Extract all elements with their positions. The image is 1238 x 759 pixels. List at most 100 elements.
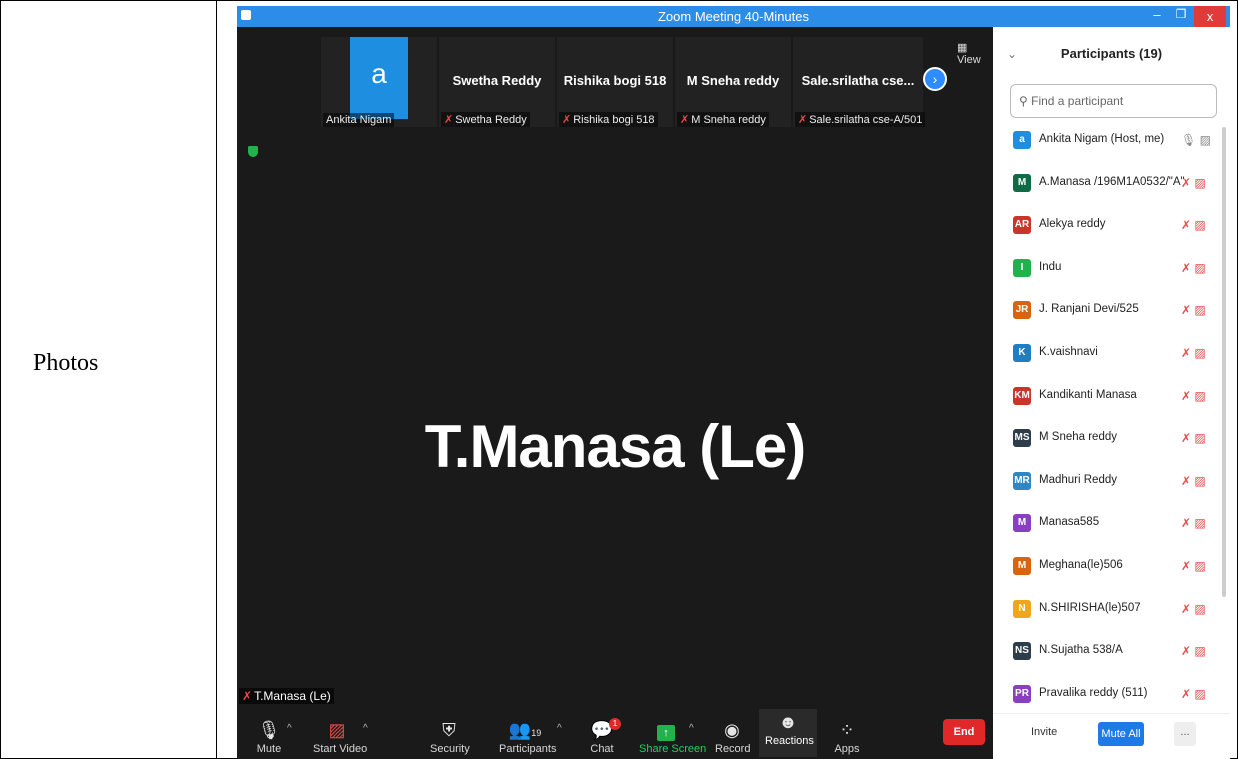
table-border-left (0, 0, 1, 759)
end-button[interactable]: End (943, 719, 985, 745)
thumbnail-strip: a Ankita Nigam Swetha Reddy ✗ Swetha Redd… (321, 37, 926, 127)
avatar: M (1013, 514, 1031, 533)
avatar: M (1013, 557, 1031, 575)
participants-button[interactable]: 👥19 Participants ^ (499, 717, 562, 755)
participant-row[interactable]: NS N.Sujatha 538/A ✗ ▨ (993, 638, 1230, 666)
avatar: MS (1013, 429, 1031, 448)
mic-muted-icon: ✗ (562, 114, 572, 126)
view-button[interactable]: ▦ View (957, 41, 993, 66)
thumbnail-label: ✗ Swetha Reddy (441, 112, 530, 127)
microphone-icon: 🎙 (257, 720, 281, 740)
mute-button[interactable]: 🎙 Mute ^ (255, 717, 292, 755)
chat-badge: 1 (609, 718, 621, 730)
participant-row[interactable]: MS M Sneha reddy ✗ ▨ (993, 425, 1230, 453)
record-icon: ◉ (724, 720, 740, 740)
record-button[interactable]: ◉ Record (715, 717, 750, 755)
thumbnail-sneha[interactable]: M Sneha reddy ✗ M Sneha reddy (675, 37, 791, 127)
table-column-divider (216, 0, 217, 759)
participant-row[interactable]: MR Madhuri Reddy ✗ ▨ (993, 468, 1230, 496)
mic-muted-icon: ✗ (680, 114, 690, 126)
avatar: a (1013, 131, 1031, 149)
participant-row[interactable]: PR Pravalika reddy (511) ✗ ▨ (993, 681, 1230, 709)
participant-row[interactable]: I Indu ✗ ▨ (993, 255, 1230, 283)
participant-name: M Sneha reddy (1039, 431, 1117, 444)
window-title: Zoom Meeting 40-Minutes (657, 9, 809, 24)
mic-muted-icon: ✗ ▨ (1181, 218, 1206, 233)
chat-button[interactable]: 💬 1 Chat (589, 717, 621, 755)
participant-row[interactable]: N N.SHIRISHA(le)507 ✗ ▨ (993, 596, 1230, 624)
avatar: N (1013, 599, 1031, 618)
chevron-up-icon[interactable]: ^ (363, 723, 368, 734)
start-video-button[interactable]: ▨ Start Video ^ (313, 717, 368, 755)
participant-row[interactable]: K K.vaishnavi ✗ ▨ (993, 340, 1230, 368)
thumbnail-label: Ankita Nigam (323, 113, 395, 127)
share-screen-button[interactable]: ↑ Share Screen ^ (639, 717, 706, 755)
participant-row[interactable]: M Meghana(le)506 ✗ ▨ (993, 553, 1230, 581)
chevron-up-icon[interactable]: ^ (689, 723, 694, 734)
participants-panel: ⌄ Participants (19) ⚲ Find a participant… (993, 27, 1230, 759)
mic-muted-icon: ✗ ▨ (1181, 601, 1206, 616)
mic-muted-icon: ✗ ▨ (1181, 175, 1206, 190)
participant-name: Madhuri Reddy (1039, 473, 1117, 486)
participant-name: Indu (1039, 260, 1062, 273)
mic-muted-icon: ✗ ▨ (1181, 346, 1206, 360)
minimize-button[interactable]: – (1148, 7, 1166, 25)
thumbnail-ankita[interactable]: a Ankita Nigam (321, 37, 437, 127)
avatar: PR (1013, 684, 1031, 703)
participant-row[interactable]: M Manasa585 ✗ ▨ (993, 510, 1230, 538)
people-icon: 👥19 (508, 720, 542, 740)
encryption-shield-icon[interactable] (248, 146, 258, 157)
restore-button[interactable]: ❐ (1172, 7, 1190, 25)
thumbnail-swetha[interactable]: Swetha Reddy ✗ Swetha Reddy (439, 37, 555, 127)
participant-row[interactable]: JR J. Ranjani Devi/525 ✗ ▨ (993, 297, 1230, 325)
chevron-up-icon[interactable]: ^ (287, 723, 292, 734)
apps-icon: ⁘ (839, 720, 855, 740)
chevron-up-icon[interactable]: ^ (557, 723, 562, 734)
next-page-button[interactable]: › (923, 67, 947, 91)
mute-all-button[interactable]: Mute All (1098, 722, 1144, 746)
video-off-icon: ▨ (328, 720, 346, 740)
participant-row[interactable]: a Ankita Nigam (Host, me) 🎙 ▨ (993, 127, 1230, 155)
avatar: I (1013, 258, 1031, 277)
participant-name: A.Manasa /196M1A0532/"A" (1039, 175, 1185, 188)
participant-row[interactable]: KM Kandikanti Manasa ✗ ▨ (993, 383, 1230, 411)
apps-button[interactable]: ⁘ Apps (833, 717, 861, 755)
mic-muted-icon: ✗ ▨ (1181, 516, 1206, 531)
close-button[interactable]: x (1194, 6, 1226, 27)
mic-muted-icon: ✗ ▨ (1181, 644, 1206, 659)
meeting-toolbar: 🎙 Mute ^ ▨ Start Video ^ ⛨ Security 👥19 … (237, 707, 993, 759)
mic-muted-icon: ✗ ▨ (1181, 303, 1206, 318)
participant-name: N.Sujatha 538/A (1039, 644, 1123, 657)
participant-name: N.SHIRISHA(le)507 (1039, 601, 1141, 614)
more-button[interactable]: ... (1174, 722, 1196, 746)
participant-row[interactable]: AR Alekya reddy ✗ ▨ (993, 212, 1230, 240)
search-input[interactable]: ⚲ Find a participant (1010, 84, 1217, 118)
thumbnail-label: ✗ Sale.srilatha cse-A/501 (795, 112, 926, 127)
thumbnail-rishika[interactable]: Rishika bogi 518 ✗ Rishika bogi 518 (557, 37, 673, 127)
mic-muted-icon: ✗ ▨ (1181, 686, 1206, 701)
thumbnail-srilatha[interactable]: Sale.srilatha cse... ✗ Sale.srilatha cse-… (793, 37, 926, 127)
thumbnail-label: ✗ Rishika bogi 518 (559, 112, 658, 127)
security-button[interactable]: ⛨ Security (430, 717, 470, 755)
participant-name: Pravalika reddy (511) (1039, 686, 1148, 699)
thumbnail-name: Sale.srilatha cse... (801, 73, 915, 88)
participant-row[interactable]: M A.Manasa /196M1A0532/"A" ✗ ▨ (993, 170, 1230, 198)
search-icon: ⚲ (1019, 94, 1032, 108)
thumbnail-label: ✗ M Sneha reddy (677, 112, 769, 127)
thumbnail-name: Rishika bogi 518 (563, 73, 667, 88)
mic-muted-icon: ✗ ▨ (1181, 431, 1206, 446)
mic-muted-icon: ✗ ▨ (1181, 473, 1206, 488)
mic-muted-icon: ✗ ▨ (1181, 559, 1206, 573)
reactions-button[interactable]: ☻ Reactions (759, 709, 817, 757)
mic-muted-icon: ✗ (242, 689, 253, 703)
avatar: NS (1013, 642, 1031, 661)
scrollbar[interactable] (1222, 127, 1226, 597)
thumbnail-name: Swetha Reddy (452, 73, 542, 88)
video-area: a Ankita Nigam Swetha Reddy ✗ Swetha Redd… (237, 27, 993, 759)
invite-button[interactable]: Invite (1031, 726, 1057, 738)
grid-icon: ▦ (957, 42, 968, 54)
mic-muted-icon: ✗ ▨ (1181, 260, 1206, 275)
participant-name: Meghana(le)506 (1039, 559, 1123, 571)
avatar: AR (1013, 216, 1031, 235)
microphone-icon: 🎙 ▨ (1181, 133, 1211, 147)
